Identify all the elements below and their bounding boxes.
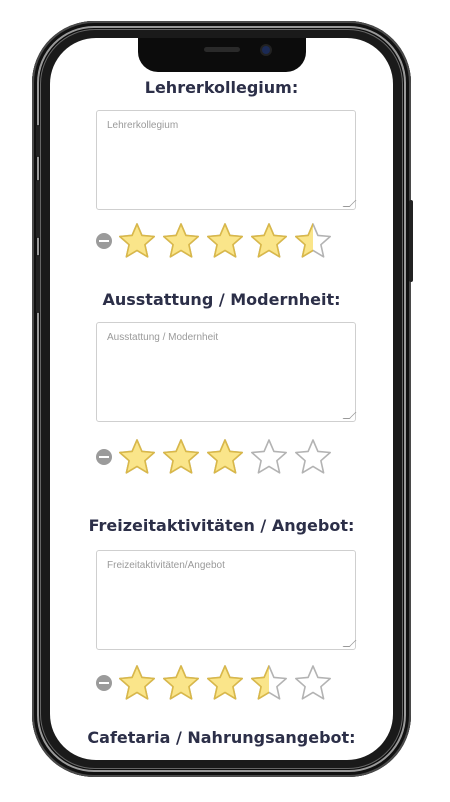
star-icon[interactable] [118,222,156,260]
power-button [409,200,413,282]
section-title-cafetaria: Cafetaria / Nahrungsangebot: [87,728,356,747]
camera-icon [262,46,270,54]
star-icon[interactable] [250,438,288,476]
star-icon[interactable] [118,664,156,702]
volume-up-button [36,180,40,238]
phone-notch [138,38,306,72]
clear-rating-icon[interactable] [96,675,112,691]
star-icon[interactable] [206,664,244,702]
clear-rating-icon[interactable] [96,449,112,465]
star-icon[interactable] [250,222,288,260]
star-icon[interactable] [206,222,244,260]
section-title-lehrerkollegium: Lehrerkollegium: [144,78,299,97]
lehrerkollegium-input[interactable]: Lehrerkollegium [96,110,357,210]
volume-down-button [36,255,40,313]
ausstattung-input[interactable]: Ausstattung / Modernheit [96,322,357,422]
freizeitaktivitaeten-input[interactable]: Freizeitaktivitäten/Angebot [96,550,357,650]
star-icon[interactable] [162,664,200,702]
star-icon[interactable] [294,222,332,260]
phone-screen: Lehrerkollegium: Lehrerkollegium Ausstat… [50,38,393,760]
section-title-ausstattung: Ausstattung / Modernheit: [102,290,341,309]
star-icon[interactable] [162,222,200,260]
star-icon[interactable] [162,438,200,476]
clear-rating-icon[interactable] [96,233,112,249]
mute-switch [36,125,40,157]
speaker-grille [204,47,240,52]
star-icon[interactable] [118,438,156,476]
star-icon[interactable] [294,664,332,702]
star-icon[interactable] [294,438,332,476]
section-title-freizeitaktivitaeten: Freizeitaktivitäten / Angebot: [88,516,355,535]
star-icon[interactable] [250,664,288,702]
star-icon[interactable] [206,438,244,476]
